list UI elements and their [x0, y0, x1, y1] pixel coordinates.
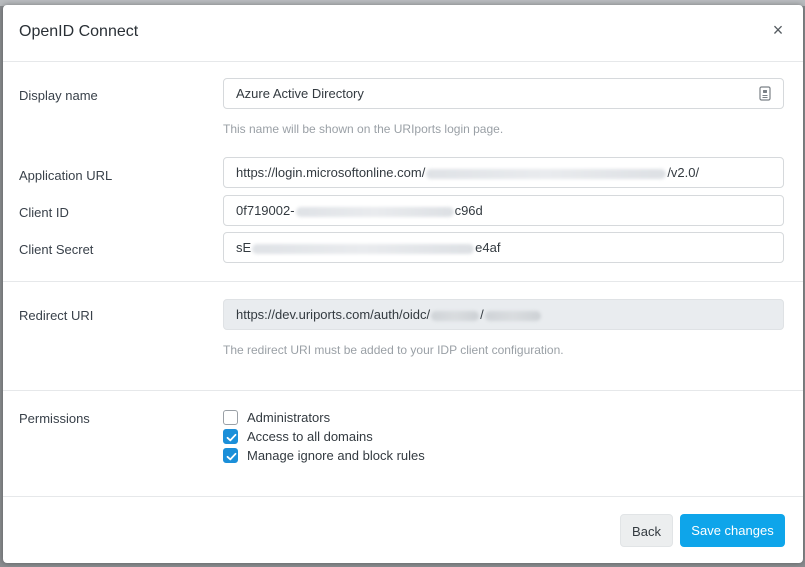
close-button[interactable]: × — [767, 19, 789, 41]
redirect-uri-help: The redirect URI must be added to your I… — [223, 343, 564, 357]
section-divider — [3, 390, 803, 391]
application-url-suffix: /v2.0/ — [667, 165, 700, 180]
client-secret-input[interactable]: sE e4af — [223, 232, 784, 263]
modal-header: OpenID Connect × — [3, 5, 803, 62]
client-id-suffix: c96d — [454, 203, 483, 218]
application-url-label: Application URL — [19, 168, 113, 183]
password-manager-icon[interactable] — [758, 86, 772, 101]
back-button[interactable]: Back — [620, 514, 673, 547]
openid-connect-dialog: OpenID Connect × Display name Azure Acti… — [3, 5, 803, 563]
redacted-tenant-id — [426, 168, 667, 179]
redirect-uri-separator: / — [480, 307, 484, 322]
client-id-label: Client ID — [19, 205, 69, 220]
redacted-client-id — [295, 206, 454, 217]
redacted-redirect-segment — [431, 310, 480, 321]
redacted-client-secret — [252, 243, 475, 254]
administrators-label: Administrators — [247, 410, 331, 425]
client-id-input[interactable]: 0f719002- c96d — [223, 195, 784, 226]
redirect-uri-field: https://dev.uriports.com/auth/oidc/ / — [223, 299, 784, 330]
save-changes-button[interactable]: Save changes — [680, 514, 785, 547]
all-domains-checkbox[interactable] — [223, 429, 238, 444]
display-name-value: Azure Active Directory — [236, 86, 364, 101]
application-url-input[interactable]: https://login.microsoftonline.com/ /v2.0/ — [223, 157, 784, 188]
redirect-uri-label: Redirect URI — [19, 308, 94, 323]
display-name-label: Display name — [19, 88, 98, 103]
section-divider — [3, 281, 803, 282]
ignore-block-rules-label: Manage ignore and block rules — [247, 448, 425, 463]
check-icon — [226, 433, 237, 442]
client-secret-prefix: sE — [236, 240, 252, 255]
permissions-label: Permissions — [19, 411, 90, 426]
check-icon — [226, 452, 237, 461]
display-name-help: This name will be shown on the URIports … — [223, 122, 504, 136]
ignore-block-rules-checkbox[interactable] — [223, 448, 238, 463]
close-icon: × — [772, 20, 784, 40]
client-secret-label: Client Secret — [19, 242, 94, 257]
display-name-input[interactable]: Azure Active Directory — [223, 78, 784, 109]
redacted-redirect-segment — [484, 310, 541, 321]
client-id-prefix: 0f719002- — [236, 203, 295, 218]
redirect-uri-prefix: https://dev.uriports.com/auth/oidc/ — [236, 307, 431, 322]
all-domains-label: Access to all domains — [247, 429, 373, 444]
client-secret-suffix: e4af — [475, 240, 501, 255]
modal-title: OpenID Connect — [19, 23, 139, 40]
administrators-checkbox[interactable] — [223, 410, 238, 425]
application-url-prefix: https://login.microsoftonline.com/ — [236, 165, 426, 180]
footer-divider — [3, 496, 803, 497]
